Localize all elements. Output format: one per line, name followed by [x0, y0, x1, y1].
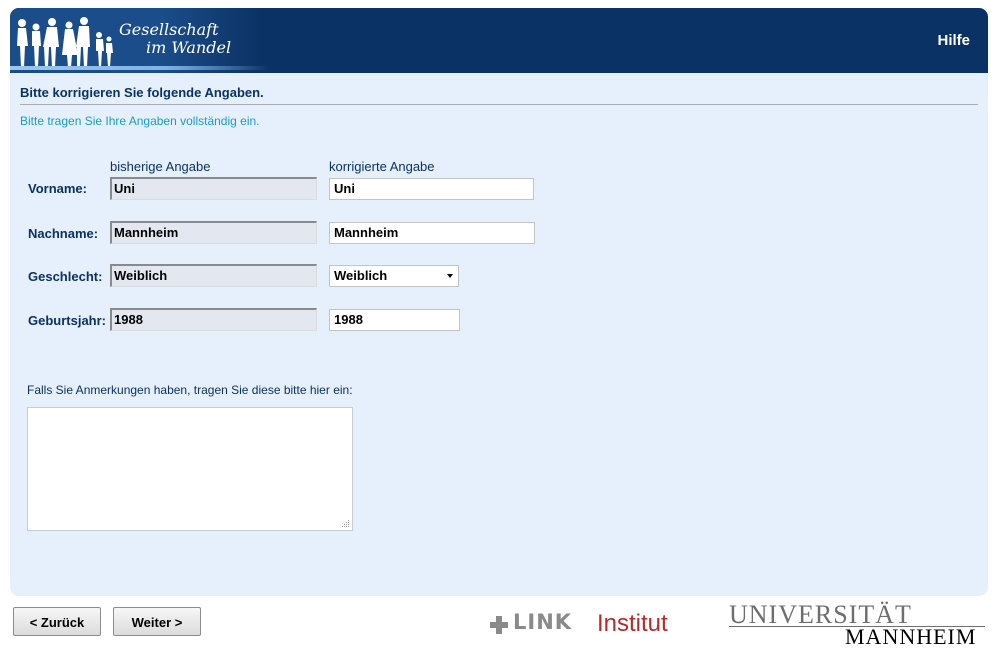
survey-panel: Gesellschaft im Wandel Hilfe Bitte korri… — [10, 8, 988, 596]
label-first-name: Vorname: — [28, 181, 87, 196]
form-instruction: Bitte tragen Sie Ihre Angaben vollständi… — [20, 114, 260, 128]
people-silhouettes-icon — [17, 17, 113, 68]
link-logo-text: LINK — [513, 610, 573, 634]
title-divider — [20, 104, 978, 105]
next-button[interactable]: Weiter > — [113, 607, 201, 636]
birth-year-input[interactable]: 1988 — [329, 309, 460, 331]
column-header-previous: bisherige Angabe — [110, 159, 211, 174]
link-institut-text: Institut — [597, 610, 668, 637]
header-bar: Gesellschaft im Wandel Hilfe — [10, 8, 988, 73]
label-birth-year: Geburtsjahr: — [28, 313, 107, 328]
gender-select[interactable]: Weiblich — [329, 265, 459, 287]
back-button[interactable]: < Zurück — [13, 607, 101, 636]
label-gender: Geschlecht: — [28, 269, 103, 284]
resize-grip-icon[interactable] — [341, 519, 350, 528]
university-logo-line2: MANNHEIM — [845, 624, 977, 649]
previous-birth-year: 1988 — [110, 308, 317, 331]
help-link[interactable]: Hilfe — [937, 32, 970, 49]
label-last-name: Nachname: — [28, 226, 99, 241]
dropdown-arrow-icon — [447, 274, 453, 278]
notes-textarea[interactable] — [27, 407, 353, 531]
logo-underline — [10, 66, 270, 70]
logo-text-line1: Gesellschaft — [119, 20, 219, 39]
logo-text-line2: im Wandel — [146, 38, 232, 57]
previous-gender: Weiblich — [110, 264, 317, 287]
link-cross-logo-icon — [490, 616, 508, 634]
previous-last-name: Mannheim — [110, 221, 317, 244]
previous-first-name: Uni — [110, 177, 317, 200]
last-name-input[interactable]: Mannheim — [329, 222, 535, 244]
gender-select-value: Weiblich — [334, 268, 388, 283]
column-header-corrected: korrigierte Angabe — [329, 159, 435, 174]
notes-label: Falls Sie Anmerkungen haben, tragen Sie … — [27, 383, 353, 397]
form-title: Bitte korrigieren Sie folgende Angaben. — [20, 85, 264, 100]
first-name-input[interactable]: Uni — [329, 178, 534, 200]
